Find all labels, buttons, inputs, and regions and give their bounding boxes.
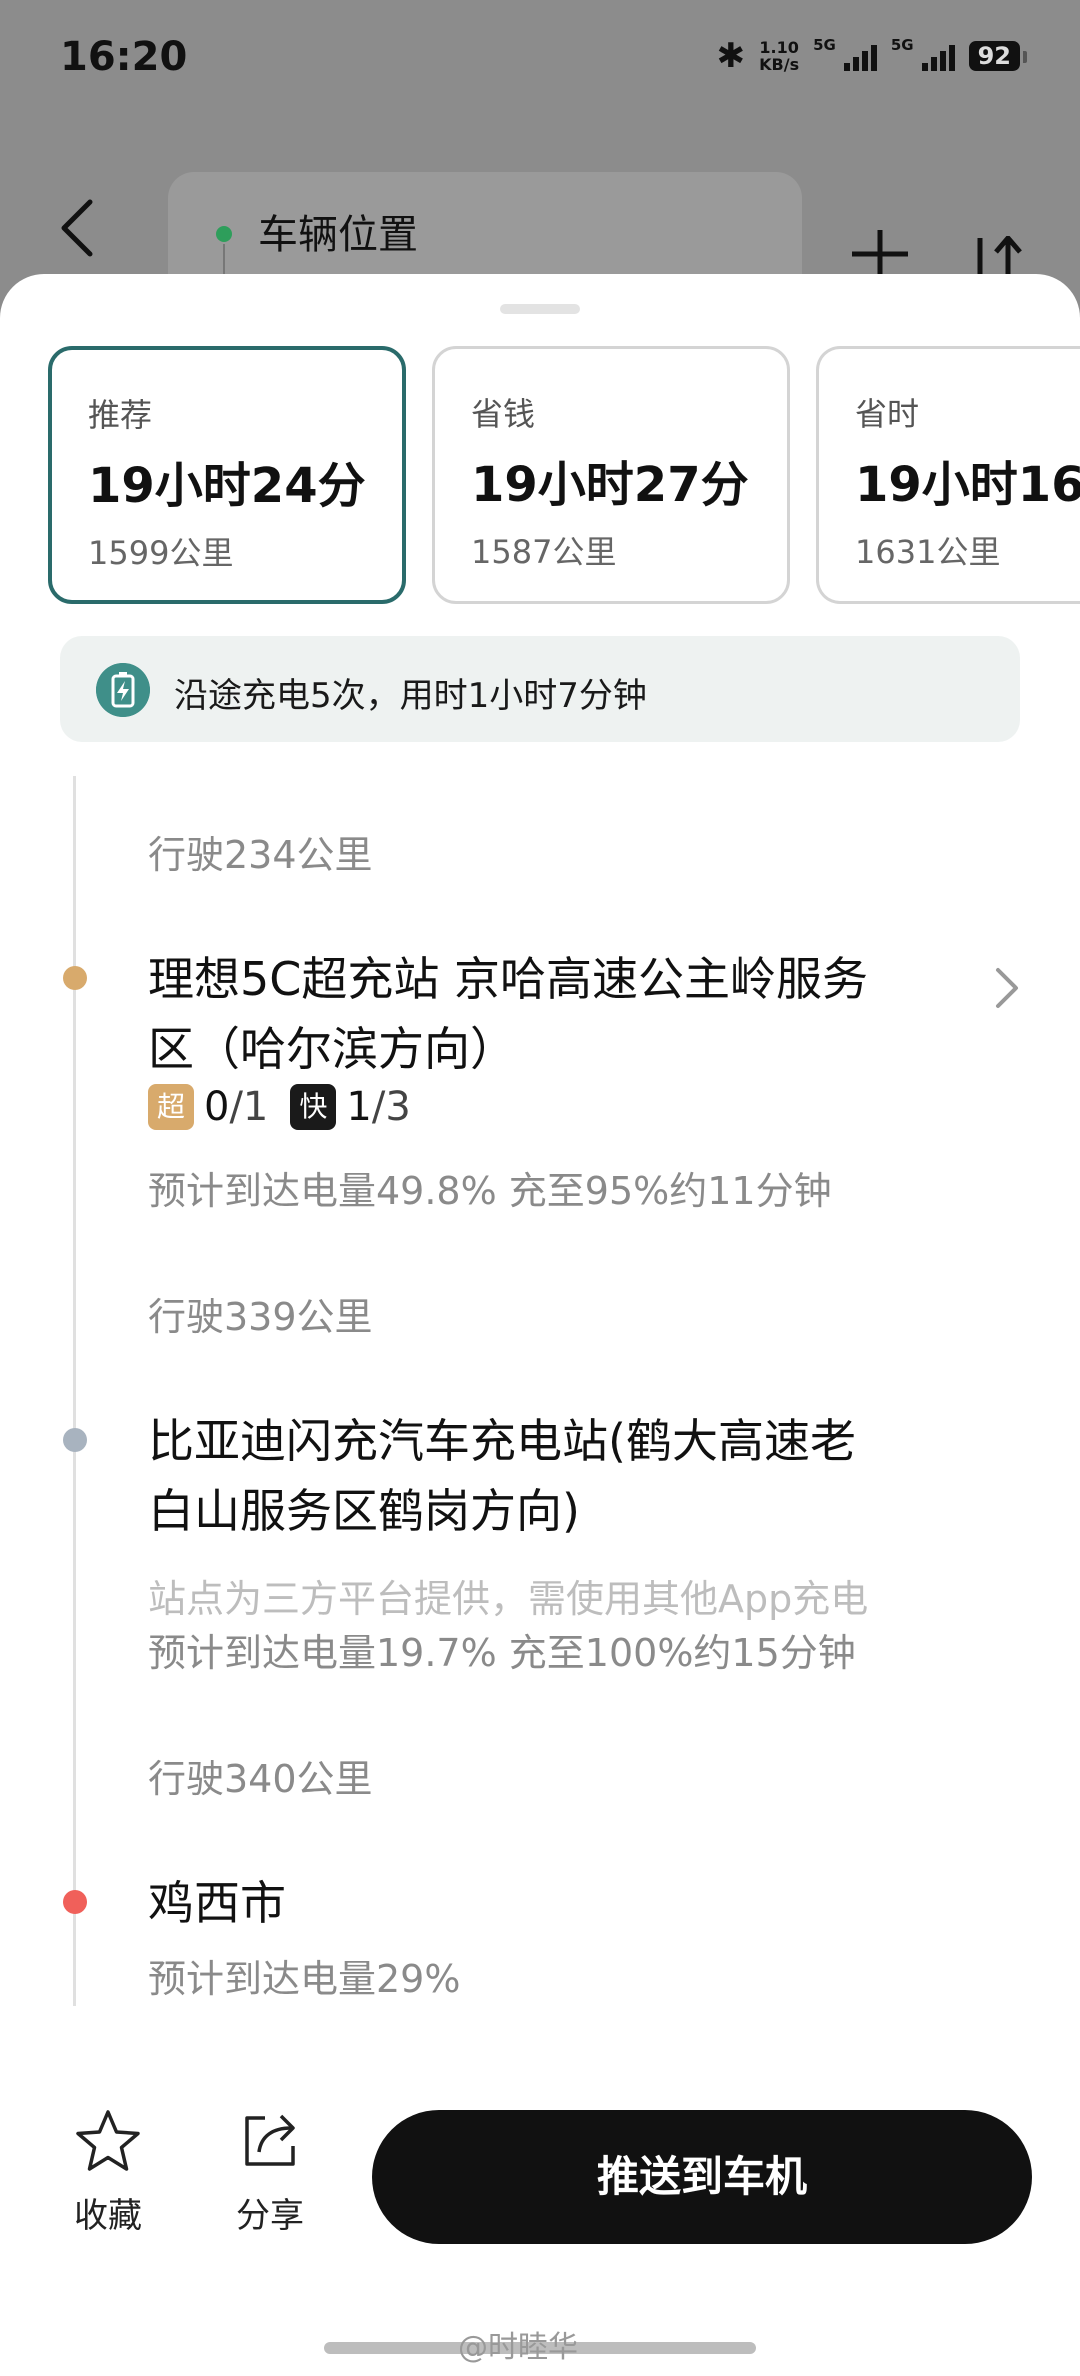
favorite-button[interactable]: 收藏 (48, 2108, 168, 2258)
share-label: 分享 (236, 2196, 304, 2236)
destination-dot (63, 1890, 87, 1914)
chevron-right-icon[interactable] (992, 966, 1022, 1010)
watermark: @时睦华 (458, 2330, 578, 2365)
status-bar: 16:20 ✱ 1.10 KB/s 5G 5G 92 (0, 0, 1080, 120)
share-icon (245, 2114, 295, 2166)
station-arrival-1: 预计到达电量49.8% 充至95%约11分钟 (148, 1169, 832, 1213)
network-speed: 1.10 KB/s (759, 38, 800, 74)
charge-summary: 沿途充电5次，用时1小时7分钟 (60, 636, 1020, 742)
station-arrival-2: 预计到达电量19.7% 充至100%约15分钟 (148, 1631, 856, 1675)
status-time: 16:20 (60, 34, 188, 80)
signal-icon (921, 41, 955, 71)
signal-label-1: 5G (813, 36, 836, 54)
favorite-label: 收藏 (74, 2196, 142, 2236)
station-name-1[interactable]: 理想5C超充站 京哈高速公主岭服务 区（哈尔滨方向） (148, 944, 868, 1084)
destination-name[interactable]: 鸡西市 (148, 1868, 286, 1938)
origin-dot (216, 226, 232, 242)
route-card-recommended[interactable]: 推荐 19小时24分 1599公里 (48, 346, 406, 604)
status-indicators: ✱ 1.10 KB/s 5G 5G 92 (716, 36, 1028, 76)
route-sheet: 推荐 19小时24分 1599公里 省钱 19小时27分 1587公里 省时 1… (0, 274, 1080, 2376)
station-name-2[interactable]: 比亚迪闪充汽车充电站(鹤大高速老 白山服务区鹤岗方向) (148, 1406, 856, 1546)
route-card-save-money[interactable]: 省钱 19小时27分 1587公里 (432, 346, 790, 604)
battery-icon: 92 (968, 41, 1028, 71)
station-dot-1 (63, 966, 87, 990)
origin-label: 车辆位置 (258, 212, 418, 258)
battery-charge-icon (96, 663, 150, 717)
back-arrow-icon[interactable] (56, 196, 100, 260)
share-button[interactable]: 分享 (210, 2108, 330, 2258)
route-card-save-time[interactable]: 省时 19小时16分 1631公里 (816, 346, 1080, 604)
drive-distance-1: 行驶234公里 (148, 833, 373, 877)
fast-charger-badge: 快 (290, 1084, 337, 1130)
bluetooth-icon: ✱ (716, 36, 746, 76)
station-dot-2 (63, 1428, 87, 1452)
star-icon (76, 2110, 140, 2171)
drive-distance-3: 行驶340公里 (148, 1757, 373, 1801)
signal-icon (843, 41, 877, 71)
charger-availability-1: 超 0/1 快 1/3 (148, 1084, 433, 1130)
signal-label-2: 5G (890, 36, 914, 54)
drive-distance-2: 行驶339公里 (148, 1295, 373, 1339)
push-to-car-button[interactable]: 推送到车机 (372, 2110, 1032, 2244)
super-charger-badge: 超 (148, 1084, 194, 1130)
destination-arrival: 预计到达电量29% (148, 1957, 461, 2001)
charge-summary-text: 沿途充电5次，用时1小时7分钟 (174, 676, 647, 716)
timeline-line (73, 776, 76, 2006)
station-note-2: 站点为三方平台提供，需使用其他App充电 (148, 1577, 869, 1621)
drag-handle[interactable] (500, 304, 580, 314)
